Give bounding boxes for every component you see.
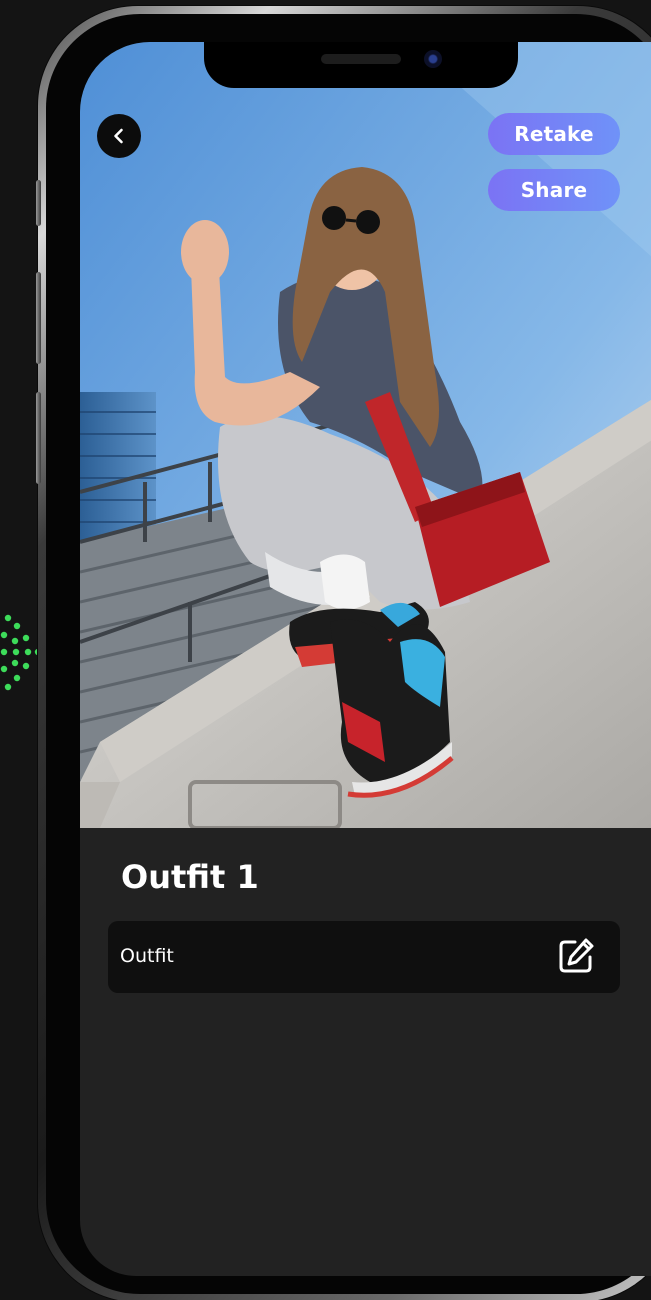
back-button[interactable] [97,114,141,158]
volume-down-button [36,392,41,484]
outfit-title: Outfit 1 [121,858,259,896]
page: Retake Share Outfit 1 Outfit [0,0,651,1300]
front-camera [424,50,442,68]
outfit-field-label: Outfit [120,945,174,967]
mute-switch [36,180,41,226]
volume-up-button [36,272,41,364]
app-screen [80,42,651,1276]
outfit-photo [80,42,651,828]
share-button[interactable]: Share [488,169,620,211]
earpiece-speaker [321,54,401,64]
outfit-field-card: Outfit [108,921,620,993]
retake-button[interactable]: Retake [488,113,620,155]
phone-notch [204,42,518,88]
edit-icon [559,938,594,973]
chevron-left-icon [114,128,123,144]
edit-button[interactable] [554,934,598,978]
